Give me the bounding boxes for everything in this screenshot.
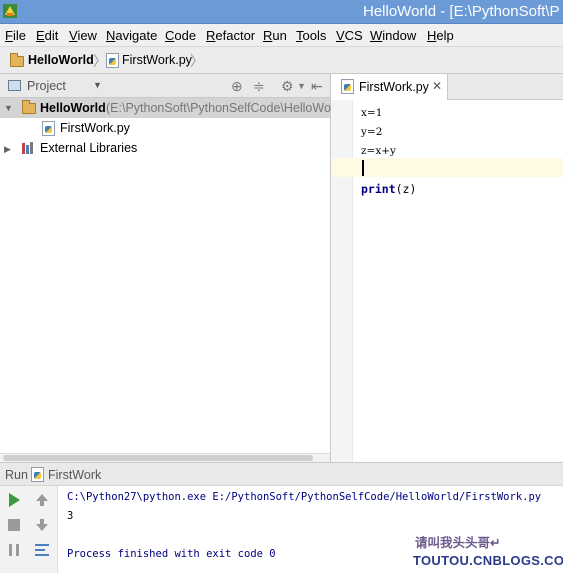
library-icon xyxy=(22,142,35,154)
collapse-all-icon[interactable]: ≑ xyxy=(253,78,265,95)
console-exit-message: Process finished with exit code 0 xyxy=(67,548,276,560)
folder-icon xyxy=(10,53,24,67)
breadcrumb-separator-icon: 〉 xyxy=(93,53,107,69)
breadcrumb-file[interactable]: FirstWork.py xyxy=(122,53,192,67)
menu-vcs[interactable]: VCS xyxy=(336,28,363,43)
console-command-line: C:\Python27\python.exe E:/PythonSoft/Pyt… xyxy=(67,491,542,503)
watermark-line-1: 请叫我头头哥↵ xyxy=(415,536,501,550)
settings-dropdown-icon[interactable]: ▼ xyxy=(297,81,306,91)
python-file-icon xyxy=(341,79,354,94)
python-file-icon xyxy=(31,467,44,482)
editor-tab-firstwork[interactable]: FirstWork.py ✕ xyxy=(331,74,448,100)
navigation-bar: HelloWorld 〉 FirstWork.py 〉 xyxy=(0,47,563,74)
python-file-icon xyxy=(106,53,119,68)
console-output-line: 3 xyxy=(67,510,74,522)
tree-root-name[interactable]: HelloWorld xyxy=(40,101,106,115)
pycharm-app-icon xyxy=(3,4,17,18)
stop-icon[interactable] xyxy=(6,517,22,533)
window-title: HelloWorld - [E:\PythonSoft\P xyxy=(363,3,560,20)
current-line-highlight xyxy=(331,158,563,177)
hide-panel-icon[interactable]: ⇤ xyxy=(311,78,323,95)
tree-external-libraries[interactable]: External Libraries xyxy=(40,141,137,155)
tree-root-path: (E:\PythonSoft\PythonSelfCode\HelloWor xyxy=(106,101,336,115)
project-panel-header: Project ▼ ⊕ ≑ ⚙ ▼ ⇤ xyxy=(0,74,331,98)
code-line-print: print(z) xyxy=(361,182,416,196)
rerun-play-icon[interactable] xyxy=(6,492,22,508)
scrollbar-thumb[interactable] xyxy=(3,455,313,461)
collapsed-arrow-icon[interactable]: ▶ xyxy=(4,144,11,155)
print-keyword: print xyxy=(361,182,396,196)
code-editor[interactable]: x=1 y=2 z=x+y print(z) xyxy=(331,100,563,462)
code-line: x=1 xyxy=(361,107,383,119)
editor-tab-label[interactable]: FirstWork.py xyxy=(359,80,429,94)
locate-target-icon[interactable]: ⊕ xyxy=(231,78,243,95)
project-horizontal-scrollbar[interactable] xyxy=(0,453,331,462)
python-file-icon xyxy=(42,121,55,136)
breadcrumb-separator-icon: 〉 xyxy=(190,53,204,69)
menu-code[interactable]: Code xyxy=(165,28,196,43)
code-line: y=2 xyxy=(361,126,383,138)
menu-refactor[interactable]: Refactor xyxy=(206,28,255,43)
code-line: z=x+y xyxy=(361,145,396,157)
tree-file-item[interactable]: FirstWork.py xyxy=(60,121,130,135)
menu-window[interactable]: Window xyxy=(370,28,416,43)
print-args: (z) xyxy=(395,182,417,196)
dropdown-arrow-icon[interactable]: ▼ xyxy=(93,80,102,90)
editor-gutter xyxy=(331,100,353,462)
pause-icon[interactable] xyxy=(6,542,22,558)
menu-view[interactable]: View xyxy=(69,28,97,43)
run-toolbar xyxy=(0,486,58,573)
run-panel-header: Run FirstWork xyxy=(0,462,563,486)
text-caret xyxy=(362,160,364,176)
scroll-down-arrow-icon[interactable] xyxy=(34,517,50,533)
menu-bar: File Edit View Navigate Code Refactor Ru… xyxy=(0,24,563,47)
menu-run[interactable]: Run xyxy=(263,28,287,43)
menu-navigate[interactable]: Navigate xyxy=(106,28,157,43)
title-bar: HelloWorld - [E:\PythonSoft\P xyxy=(0,0,563,24)
project-view-selector[interactable]: Project xyxy=(27,79,66,93)
watermark-line-2: TOUTOU.CNBLOGS.COM xyxy=(413,553,563,568)
menu-tools[interactable]: Tools xyxy=(296,28,326,43)
run-panel-title: Run xyxy=(5,468,28,482)
expanded-arrow-icon[interactable]: ▼ xyxy=(4,103,13,113)
project-view-icon xyxy=(8,80,21,91)
menu-edit[interactable]: Edit xyxy=(36,28,58,43)
scroll-up-arrow-icon[interactable] xyxy=(34,492,50,508)
menu-help[interactable]: Help xyxy=(427,28,454,43)
close-tab-icon[interactable]: ✕ xyxy=(432,79,442,93)
menu-file[interactable]: File xyxy=(5,28,26,43)
soft-wrap-icon[interactable] xyxy=(34,542,50,558)
settings-gear-icon[interactable]: ⚙ xyxy=(281,78,294,95)
project-folder-icon xyxy=(22,100,36,114)
editor-tab-bar: FirstWork.py ✕ xyxy=(331,74,563,100)
project-tree: ▼ HelloWorld (E:\PythonSoft\PythonSelfCo… xyxy=(0,98,335,453)
run-config-name[interactable]: FirstWork xyxy=(48,468,101,482)
breadcrumb-project[interactable]: HelloWorld xyxy=(28,53,94,67)
